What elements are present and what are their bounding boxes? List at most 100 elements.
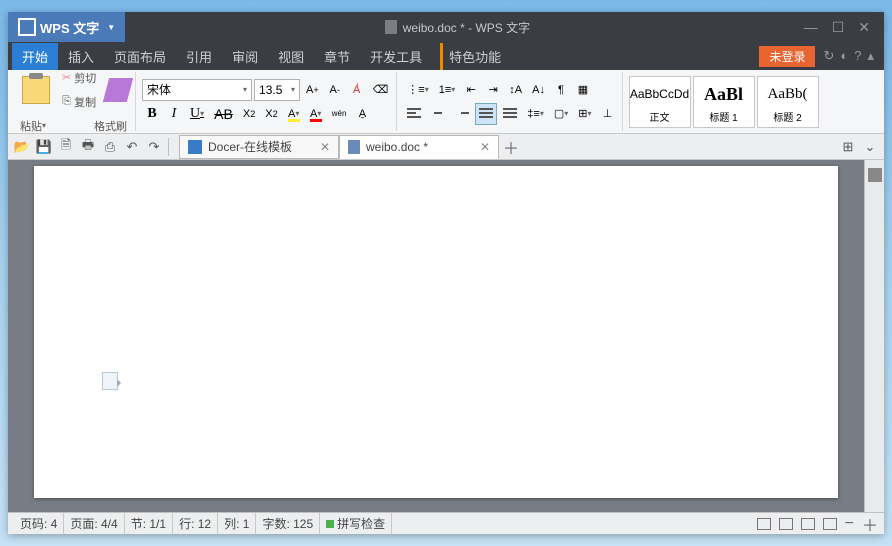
docer-icon: [188, 140, 202, 154]
text-direction-button[interactable]: ↕A: [505, 79, 526, 101]
font-color-button[interactable]: A ▾: [306, 103, 326, 125]
char-border-button[interactable]: A̱: [352, 103, 372, 125]
quick-access-toolbar: 📂 💾 🗎 🖶 ⎙ ↶ ↷ Docer-在线模板 ✕ weibo.doc * ✕…: [8, 134, 884, 160]
strikethrough-button[interactable]: AB: [210, 103, 237, 125]
zoom-in-button[interactable]: ＋: [862, 512, 878, 536]
copy-button[interactable]: ⎘ 复制: [58, 91, 100, 113]
align-justify-button[interactable]: [475, 103, 497, 125]
status-page-number[interactable]: 页码: 4: [14, 513, 64, 534]
status-spellcheck[interactable]: 拼写检查: [320, 513, 392, 534]
italic-button[interactable]: I: [164, 103, 184, 125]
redo-button[interactable]: ↷: [144, 137, 164, 157]
skin-icon[interactable]: ◐: [840, 48, 848, 64]
align-left-button[interactable]: [403, 103, 425, 125]
shrink-font-button[interactable]: A-: [325, 79, 345, 101]
undo-button[interactable]: ↶: [122, 137, 142, 157]
sort-button[interactable]: A↓: [528, 79, 549, 101]
open-button[interactable]: 📂: [12, 137, 32, 157]
tab-special[interactable]: 特色功能: [440, 43, 511, 70]
tab-start[interactable]: 开始: [12, 43, 58, 70]
close-tab-icon[interactable]: ✕: [320, 140, 330, 154]
view-mode-1-icon[interactable]: [757, 518, 771, 530]
toolbar-menu-icon[interactable]: ⊞: [838, 137, 858, 157]
style-normal[interactable]: AaBbCcDd 正文: [629, 76, 691, 128]
line-spacing-button[interactable]: ‡≡ ▾: [523, 103, 548, 125]
print-preview-button[interactable]: 🗎: [56, 137, 76, 157]
borders-button[interactable]: ⊞ ▾: [574, 103, 595, 125]
style-heading2[interactable]: AaBb( 标题 2: [757, 76, 819, 128]
page[interactable]: [34, 166, 838, 498]
minimize-button[interactable]: —: [804, 19, 818, 36]
change-case-button[interactable]: A̛: [347, 79, 367, 101]
styles-group: AaBbCcDd 正文 AaBl 标题 1 AaBb( 标题 2: [625, 72, 819, 131]
align-center-button[interactable]: [427, 103, 449, 125]
bold-button[interactable]: B: [142, 103, 162, 125]
format-painter-icon: [103, 78, 133, 102]
panel-toggle-icon[interactable]: [868, 168, 882, 182]
increase-indent-button[interactable]: ⇥: [483, 79, 503, 101]
view-mode-3-icon[interactable]: [801, 518, 815, 530]
toolbar-dropdown-icon[interactable]: ⌄: [860, 137, 880, 157]
status-line[interactable]: 行: 12: [173, 513, 218, 534]
font-family-select[interactable]: 宋体▾: [142, 79, 252, 101]
help-icon[interactable]: ?: [854, 48, 861, 64]
style-h1-label: 标题 1: [709, 109, 737, 124]
app-menu-button[interactable]: WPS 文字 ▼: [8, 12, 125, 42]
cut-button[interactable]: ✂ 剪切: [58, 67, 100, 89]
grow-font-button[interactable]: A+: [302, 79, 323, 101]
tab-page-layout[interactable]: 页面布局: [104, 43, 176, 70]
distribute-button[interactable]: [499, 103, 521, 125]
tab-developer[interactable]: 开发工具: [360, 43, 432, 70]
status-section[interactable]: 节: 1/1: [125, 513, 173, 534]
tab-docer[interactable]: Docer-在线模板 ✕: [179, 135, 339, 159]
font-size-select[interactable]: 13.5▾: [254, 79, 300, 101]
insert-object-icon[interactable]: [102, 372, 118, 390]
show-marks-button[interactable]: ¶: [551, 79, 571, 101]
view-mode-4-icon[interactable]: [823, 518, 837, 530]
style-heading1[interactable]: AaBl 标题 1: [693, 76, 755, 128]
clipboard-group: ✂ 剪切 ⎘ 复制 粘贴 ▾ 格式刷: [12, 72, 136, 131]
ribbon: ✂ 剪切 ⎘ 复制 粘贴 ▾ 格式刷 宋体▾ 13.5▾ A+ A- A̛ ⌫: [8, 70, 884, 134]
print-direct-button[interactable]: ⎙: [100, 137, 120, 157]
underline-button[interactable]: U ▾: [186, 103, 208, 125]
status-column[interactable]: 列: 1: [218, 513, 256, 534]
maximize-button[interactable]: ☐: [832, 19, 845, 36]
tab-references[interactable]: 引用: [176, 43, 222, 70]
tab-document[interactable]: weibo.doc * ✕: [339, 135, 499, 159]
style-normal-label: 正文: [650, 109, 670, 124]
status-page[interactable]: 页面: 4/4: [64, 513, 124, 534]
paragraph-group: ⋮≡ ▾ 1≡ ▾ ⇤ ⇥ ↕A A↓ ¶ ▦ ‡≡ ▾ ▢ ▾ ⊞ ▾ ⊥: [399, 72, 622, 131]
sync-icon[interactable]: ↻: [823, 48, 834, 64]
new-tab-button[interactable]: ＋: [499, 135, 523, 159]
tabs-button[interactable]: ⊥: [598, 103, 618, 125]
close-tab-icon[interactable]: ✕: [480, 140, 490, 154]
tab-section[interactable]: 章节: [314, 43, 360, 70]
insert-table-button[interactable]: ▦: [573, 79, 593, 101]
subscript-button[interactable]: X2: [261, 103, 281, 125]
zoom-out-button[interactable]: −: [845, 515, 854, 533]
app-name: WPS 文字: [40, 18, 99, 37]
tab-insert[interactable]: 插入: [58, 43, 104, 70]
clear-format-button[interactable]: ⌫: [369, 79, 393, 101]
decrease-indent-button[interactable]: ⇤: [461, 79, 481, 101]
save-button[interactable]: 💾: [34, 137, 54, 157]
print-button[interactable]: 🖶: [78, 137, 98, 157]
view-mode-2-icon[interactable]: [779, 518, 793, 530]
titlebar: WPS 文字 ▼ weibo.doc * - WPS 文字 — ☐ ✕: [8, 12, 884, 42]
numbering-button[interactable]: 1≡ ▾: [435, 79, 460, 101]
highlight-button[interactable]: A ▾: [284, 103, 304, 125]
bullets-button[interactable]: ⋮≡ ▾: [403, 79, 432, 101]
tab-review[interactable]: 审阅: [222, 43, 268, 70]
shading-button[interactable]: ▢ ▾: [550, 103, 572, 125]
paste-button[interactable]: [16, 76, 56, 104]
superscript-button[interactable]: X2: [239, 103, 259, 125]
document-viewport[interactable]: [8, 160, 864, 512]
status-word-count[interactable]: 字数: 125: [256, 513, 320, 534]
close-button[interactable]: ✕: [858, 19, 870, 36]
collapse-ribbon-icon[interactable]: ▴: [867, 48, 874, 64]
pinyin-button[interactable]: wén: [328, 103, 351, 125]
tab-docer-label: Docer-在线模板: [208, 138, 292, 155]
login-button[interactable]: 未登录: [759, 46, 815, 67]
align-right-button[interactable]: [451, 103, 473, 125]
tab-view[interactable]: 视图: [268, 43, 314, 70]
